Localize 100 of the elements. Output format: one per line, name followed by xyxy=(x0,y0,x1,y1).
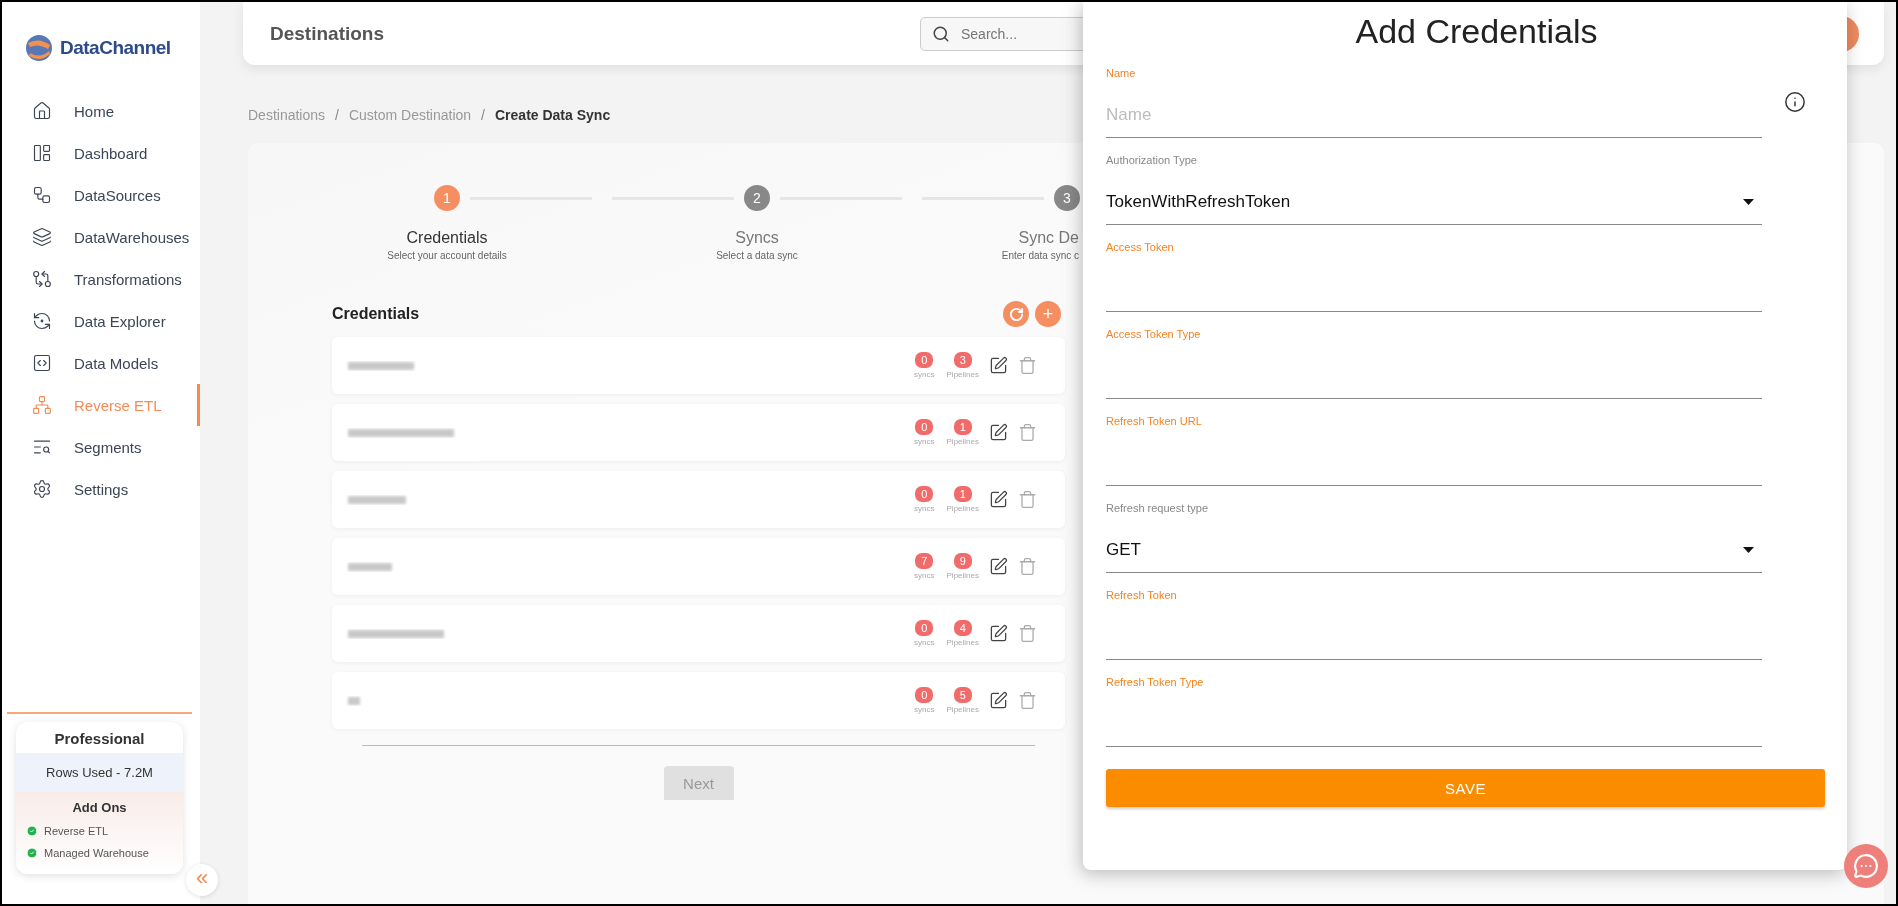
sidebar-item-label: Reverse ETL xyxy=(74,396,162,414)
delete-button[interactable] xyxy=(1018,691,1037,710)
step-number: 2 xyxy=(744,185,770,211)
add-button[interactable]: + xyxy=(1035,301,1061,327)
sidebar-item[interactable]: Home xyxy=(2,90,200,132)
edit-button[interactable] xyxy=(989,691,1008,710)
step-title: Credentials xyxy=(406,229,488,247)
sidebar-item[interactable]: Dashboard xyxy=(2,132,200,174)
count-label: Pipelines xyxy=(946,571,979,580)
count-label: syncs xyxy=(914,705,935,714)
step-subtitle: Select a data sync xyxy=(716,250,798,261)
refresh-button[interactable] xyxy=(1003,301,1029,327)
step-title: Sync De xyxy=(1018,229,1079,247)
count-label: Pipelines xyxy=(946,705,979,714)
count-label: Pipelines xyxy=(946,504,979,513)
field-label: Name xyxy=(1106,66,1136,79)
sidebar-item-label: Dashboard xyxy=(74,144,148,162)
rows-used: Rows Used - 7.2M xyxy=(16,753,183,792)
delete-button[interactable] xyxy=(1018,356,1037,375)
edit-button[interactable] xyxy=(989,356,1008,375)
delete-button[interactable] xyxy=(1018,624,1037,643)
sidebar-item-label: DataSources xyxy=(74,186,161,204)
network-icon xyxy=(32,395,52,415)
select-field[interactable]: TokenWithRefreshToken xyxy=(1106,179,1762,225)
info-icon[interactable] xyxy=(1784,91,1806,113)
settings-icon xyxy=(32,479,52,499)
delete-button[interactable] xyxy=(1018,423,1037,442)
page-title: Destinations xyxy=(270,22,386,45)
addons-title: Add Ons xyxy=(71,800,128,815)
field-label: Access Token xyxy=(1106,240,1174,253)
breadcrumb-link[interactable]: Destinations xyxy=(248,107,326,123)
count-badge: 0 xyxy=(915,620,934,636)
check-icon xyxy=(26,847,38,859)
step-title: Syncs xyxy=(735,229,779,247)
field-label: Refresh Token URL xyxy=(1106,414,1202,427)
count-badge: 4 xyxy=(953,620,972,636)
count-badge: 1 xyxy=(953,486,972,502)
sidebar-item-label: Segments xyxy=(74,438,142,456)
field-label: Refresh Token Type xyxy=(1106,675,1204,688)
sidebar-item-label: Settings xyxy=(74,480,129,498)
count-badge: 7 xyxy=(915,553,934,569)
breadcrumb-link[interactable]: Custom Destination xyxy=(348,107,472,123)
edit-button[interactable] xyxy=(989,490,1008,509)
sidebar-item[interactable]: Data Models xyxy=(2,342,200,384)
step-number: 3 xyxy=(1054,185,1080,211)
field-label: Access Token Type xyxy=(1106,327,1201,340)
sidebar-item[interactable]: DataWarehouses xyxy=(2,216,200,258)
sidebar-item[interactable]: Settings xyxy=(2,468,200,510)
addon-label: Managed Warehouse xyxy=(44,847,149,859)
count-badge: 1 xyxy=(953,419,972,435)
count-badge: 5 xyxy=(953,687,972,703)
layers-icon xyxy=(32,227,52,247)
compare-arrows-icon xyxy=(32,269,52,289)
logo-text: DataChannel xyxy=(60,37,171,59)
logo-icon xyxy=(24,33,54,63)
sidebar-item[interactable]: DataSources xyxy=(2,174,200,216)
credential-row[interactable]: 0 syncs 5 Pipelines xyxy=(332,672,1065,729)
addon-label: Reverse ETL xyxy=(44,825,109,837)
field-label: Authorization Type xyxy=(1106,153,1197,166)
sidebar-item[interactable]: Segments xyxy=(2,426,200,468)
sidebar-item-label: Data Models xyxy=(74,354,159,372)
breadcrumb-link[interactable]: Create Data Sync xyxy=(495,107,611,123)
count-badge: 0 xyxy=(915,352,934,368)
caret-icon xyxy=(1743,198,1754,205)
edit-button[interactable] xyxy=(989,423,1008,442)
sidebar-item-label: Transformations xyxy=(74,270,182,288)
breadcrumb-separator: / xyxy=(481,107,485,123)
collapse-button[interactable]: « xyxy=(186,864,218,896)
save-button[interactable]: SAVE xyxy=(1106,769,1825,807)
breadcrumb-separator: / xyxy=(335,107,339,123)
select-field[interactable]: GET xyxy=(1106,527,1762,573)
sidebar-item[interactable]: Data Explorer xyxy=(2,300,200,342)
dashboard-icon xyxy=(32,143,52,163)
credential-row[interactable]: 0 syncs 4 Pipelines xyxy=(332,605,1065,662)
check-icon xyxy=(26,825,38,837)
edit-button[interactable] xyxy=(989,624,1008,643)
delete-button[interactable] xyxy=(1018,490,1037,509)
sidebar-item[interactable]: Transformations xyxy=(2,258,200,300)
credential-row[interactable]: 0 syncs 3 Pipelines xyxy=(332,337,1065,394)
count-badge: 0 xyxy=(915,687,934,703)
section-title: Credentials xyxy=(332,305,421,323)
count-label: Pipelines xyxy=(946,638,979,647)
credential-row[interactable]: 0 syncs 1 Pipelines xyxy=(332,404,1065,461)
field-label: Refresh Token xyxy=(1106,588,1177,601)
code-icon xyxy=(32,353,52,373)
count-label: syncs xyxy=(914,370,935,379)
sidebar-item[interactable]: Reverse ETL xyxy=(2,384,200,426)
count-label: syncs xyxy=(914,638,935,647)
home-icon xyxy=(32,101,52,121)
credential-row[interactable]: 7 syncs 9 Pipelines xyxy=(332,538,1065,595)
count-label: syncs xyxy=(914,504,935,513)
delete-button[interactable] xyxy=(1018,557,1037,576)
credential-row[interactable]: 0 syncs 1 Pipelines xyxy=(332,471,1065,528)
input-field[interactable]: Name xyxy=(1106,92,1762,138)
sidebar-item-label: Home xyxy=(74,102,114,120)
count-badge: 3 xyxy=(953,352,972,368)
count-badge: 9 xyxy=(953,553,972,569)
refresh-icon xyxy=(1008,306,1024,322)
edit-button[interactable] xyxy=(989,557,1008,576)
sidebar-item-label: Data Explorer xyxy=(74,312,166,330)
